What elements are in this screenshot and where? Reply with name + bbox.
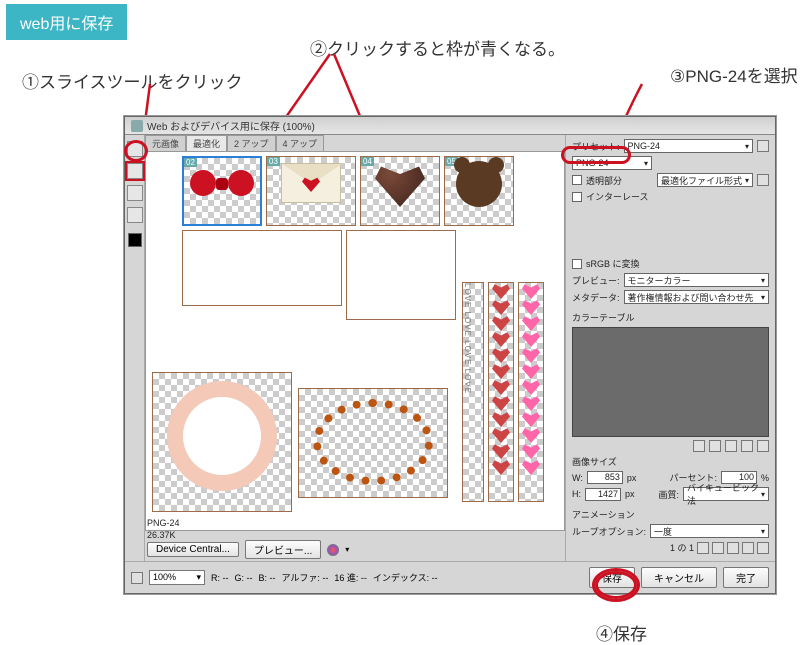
h-label: H: [572, 489, 581, 499]
dialog-footer: 100%▾ R: -- G: -- B: -- アルファ: -- 16 進: -… [125, 561, 775, 593]
preset-label: プリセット: [572, 140, 620, 153]
metadata-select[interactable]: 著作権情報および問い合わせ先 [624, 290, 769, 304]
tab-2up[interactable]: 2 アップ [227, 135, 276, 151]
px1: px [627, 473, 637, 483]
srgb-checkbox[interactable] [572, 259, 582, 269]
slice-select-tool[interactable] [127, 163, 143, 179]
dialog-titlebar: Web およびデバイス用に保存 (100%) [125, 117, 775, 135]
srgb-label: sRGB に変換 [586, 257, 640, 270]
opt-menu-icon[interactable] [757, 174, 769, 186]
pct: % [761, 473, 769, 483]
slice-heart[interactable]: 04 [360, 156, 440, 226]
loop-select[interactable]: 一度 [650, 524, 769, 538]
r-value: R: -- [211, 573, 229, 583]
tab-original[interactable]: 元画像 [145, 135, 186, 151]
device-central-button[interactable]: Device Central... [147, 542, 239, 557]
preview-label: プレビュー: [572, 274, 620, 287]
annotation-4: ④保存 [596, 620, 647, 645]
preset-menu-icon[interactable] [757, 140, 769, 152]
quality-select[interactable]: バイキュービック法 [683, 487, 769, 501]
px2: px [625, 489, 635, 499]
slice-blank2[interactable] [346, 230, 456, 320]
zoom-select[interactable]: 100%▾ [149, 570, 205, 585]
index-value: インデックス: -- [373, 571, 438, 584]
b-value: B: -- [259, 573, 276, 583]
slice-hearts-red[interactable] [488, 282, 514, 502]
zoom-tool[interactable] [127, 185, 143, 201]
tab-optimized[interactable]: 最適化 [186, 135, 227, 151]
ct-btn2[interactable] [709, 440, 721, 452]
slice-hearts-pink[interactable] [518, 282, 544, 502]
frame-count: 1 の 1 [670, 541, 694, 554]
fg-swatch[interactable] [128, 233, 142, 247]
quality-label: 画質: [658, 488, 679, 501]
done-button[interactable]: 完了 [723, 567, 769, 588]
view-tabs: 元画像 最適化 2 アップ 4 アップ [145, 135, 324, 151]
tutorial-badge: web用に保存 [6, 4, 127, 40]
save-button[interactable]: 保存 [589, 567, 635, 588]
save-for-web-dialog: Web およびデバイス用に保存 (100%) 元画像 最適化 2 アップ 4 ア… [124, 116, 776, 594]
preset-select[interactable]: PNG-24 [624, 139, 753, 153]
sync-icon[interactable] [131, 572, 143, 584]
preview-button[interactable]: プレビュー... [245, 540, 321, 559]
alpha-value: アルファ: -- [282, 571, 329, 584]
dialog-title: Web およびデバイス用に保存 (100%) [147, 118, 315, 133]
width-input[interactable]: 853 [587, 471, 623, 484]
next-frame-icon[interactable] [742, 542, 754, 554]
app-icon [131, 120, 143, 132]
ct-btn4[interactable] [741, 440, 753, 452]
left-toolbar [125, 135, 145, 561]
preview-canvas[interactable]: 02 03 04 05 LOVE LOVE LOVE LOVE [145, 151, 565, 531]
transparency-checkbox[interactable] [572, 175, 582, 185]
w-label: W: [572, 473, 583, 483]
annotation-3: ③PNG-24を選択 [670, 62, 798, 87]
first-frame-icon[interactable] [697, 542, 709, 554]
ct-btn3[interactable] [725, 440, 737, 452]
play-icon[interactable] [727, 542, 739, 554]
cancel-button[interactable]: キャンセル [641, 567, 717, 588]
metadata-label: メタデータ: [572, 291, 620, 304]
optimize-format-select[interactable]: 最適化ファイル形式 [657, 173, 753, 187]
prev-frame-icon[interactable] [712, 542, 724, 554]
slice-bow[interactable]: 02 [182, 156, 262, 226]
transparency-label: 透明部分 [586, 174, 622, 187]
slice-bear[interactable]: 05 [444, 156, 514, 226]
loop-label: ループオプション: [572, 525, 646, 538]
imagesize-label: 画像サイズ [572, 455, 769, 468]
preview-select[interactable]: モニターカラー [624, 273, 769, 287]
slice-circle[interactable] [152, 372, 292, 512]
ct-trash-icon[interactable] [757, 440, 769, 452]
hand-tool[interactable] [127, 141, 143, 157]
eyedropper-tool[interactable] [127, 207, 143, 223]
slice-envelope[interactable]: 03 [266, 156, 356, 226]
color-table[interactable] [572, 327, 769, 437]
slice-love-text[interactable]: LOVE LOVE LOVE LOVE [462, 282, 484, 502]
info-format: PNG-24 [147, 517, 218, 529]
g-value: G: -- [235, 573, 253, 583]
browser-preview-icon[interactable] [327, 544, 339, 556]
interlace-checkbox[interactable] [572, 192, 582, 202]
hex-value: 16 進: -- [334, 571, 367, 584]
animation-label: アニメーション [572, 508, 769, 521]
tab-4up[interactable]: 4 アップ [276, 135, 325, 151]
slice-blank1[interactable] [182, 230, 342, 306]
last-frame-icon[interactable] [757, 542, 769, 554]
ct-btn1[interactable] [693, 440, 705, 452]
settings-panel: プリセット: PNG-24 PNG-24 透明部分 最適化ファイル形式 インターレ… [565, 135, 775, 561]
format-select[interactable]: PNG-24 [572, 156, 652, 170]
colortable-label: カラーテーブル [572, 311, 769, 324]
slice-oval[interactable] [298, 388, 448, 498]
interlace-label: インターレース [586, 190, 649, 203]
height-input[interactable]: 1427 [585, 488, 621, 501]
